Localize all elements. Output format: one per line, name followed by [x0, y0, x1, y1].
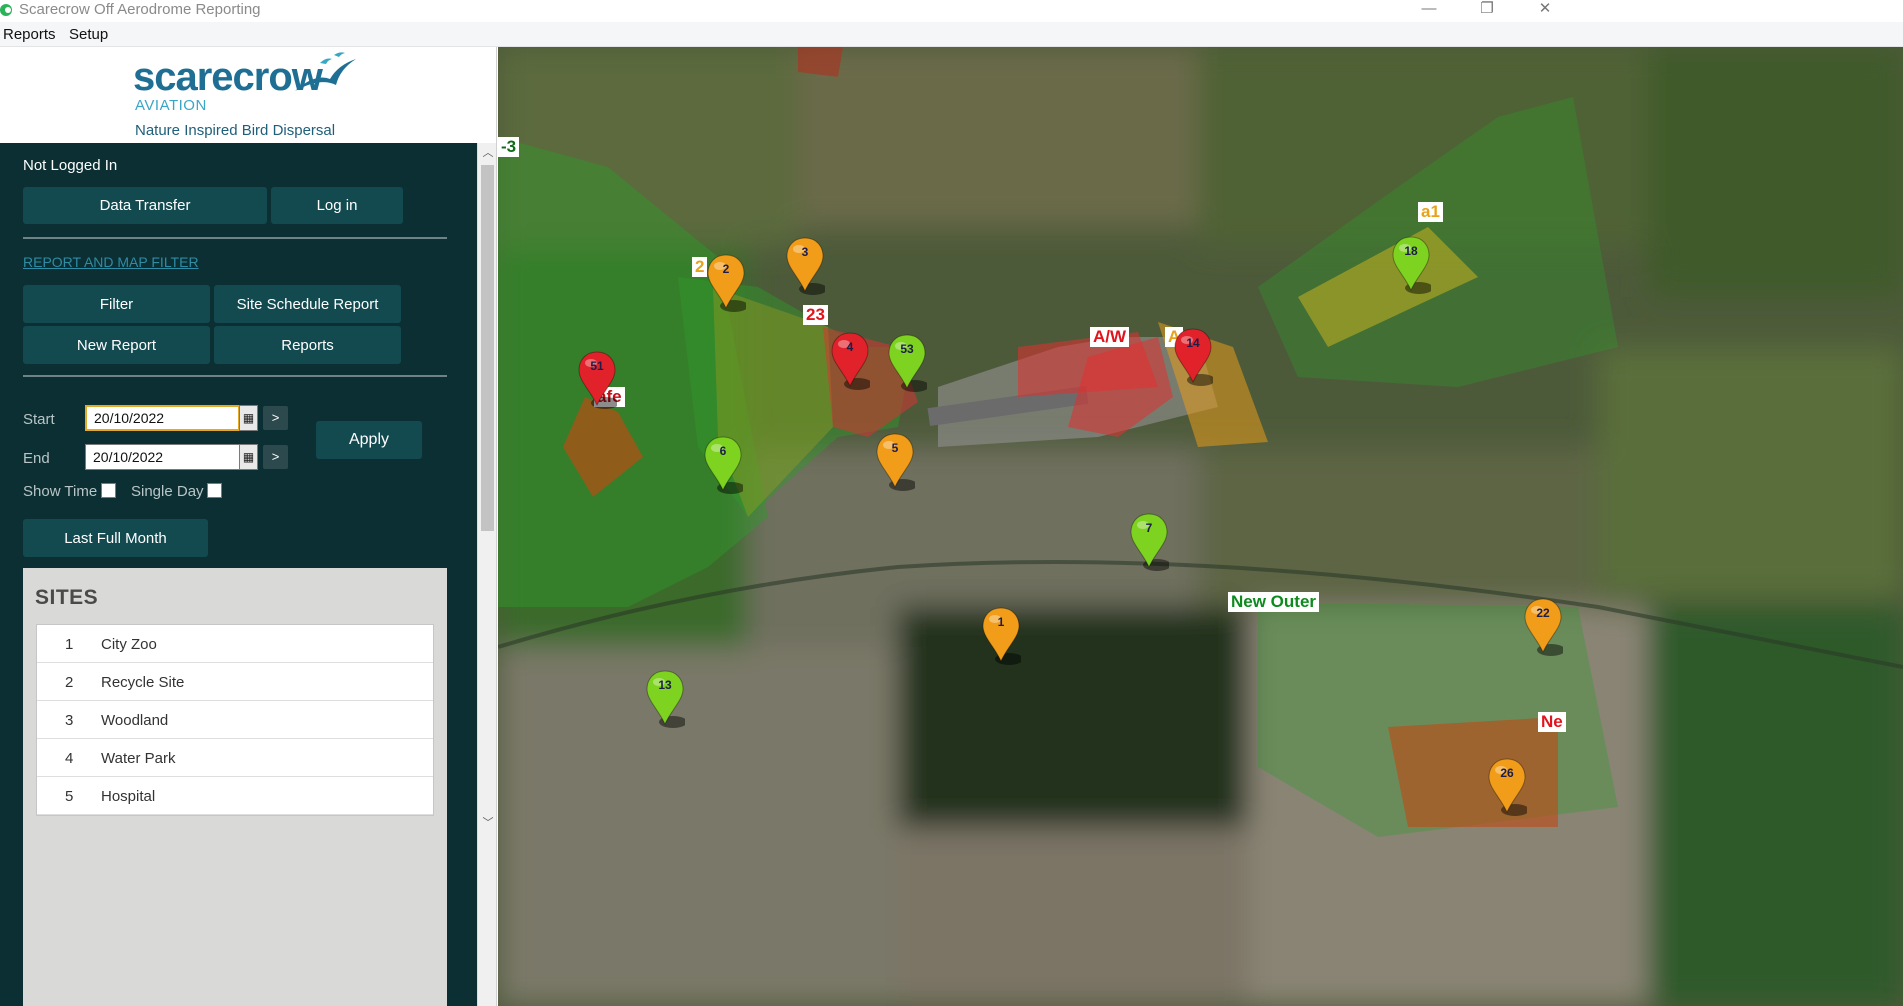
bird-logo-icon [295, 52, 356, 91]
app-icon [0, 4, 12, 16]
site-number: 2 [65, 674, 74, 691]
panel-scrollbar[interactable]: ︿ ﹀ [477, 143, 497, 1006]
map-pin[interactable]: 5 [875, 432, 915, 492]
site-number: 1 [65, 636, 74, 653]
list-item[interactable]: 2 Recycle Site [37, 663, 433, 701]
end-label: End [23, 450, 50, 467]
list-item[interactable]: 1 City Zoo [37, 625, 433, 663]
log-in-button[interactable]: Log in [271, 187, 403, 224]
map-pin[interactable]: 7 [1129, 512, 1169, 572]
site-name: Woodland [101, 712, 169, 729]
data-transfer-button[interactable]: Data Transfer [23, 187, 267, 224]
map-pin[interactable]: 14 [1173, 327, 1213, 387]
map-pin-number: 7 [1145, 521, 1153, 535]
map-pin[interactable]: 53 [887, 333, 927, 393]
map-view[interactable]: -3 2 23 afe A/W A a1 New Outer Ne 51 2 3… [498, 47, 1903, 1006]
map-pin[interactable]: 22 [1523, 597, 1563, 657]
single-day-label: Single Day [131, 483, 204, 500]
map-pin-number: 4 [846, 340, 854, 354]
list-item[interactable]: 3 Woodland [37, 701, 433, 739]
start-calendar-icon[interactable]: ▦ [239, 405, 258, 431]
menu-bar: Reports Setup [0, 22, 1903, 47]
report-map-filter-link[interactable]: REPORT AND MAP FILTER [23, 254, 199, 270]
map-pin[interactable]: 26 [1487, 757, 1527, 817]
map-pin-number: 22 [1536, 606, 1550, 620]
map-pin-number: 5 [891, 441, 899, 455]
map-pin[interactable]: 6 [703, 435, 743, 495]
map-pin-number: 18 [1404, 244, 1418, 258]
list-item[interactable]: 4 Water Park [37, 739, 433, 777]
map-pin-number: 14 [1186, 336, 1200, 350]
map-zone-label: A/W [1090, 327, 1130, 347]
site-number: 4 [65, 750, 74, 767]
reports-button[interactable]: Reports [214, 326, 401, 364]
map-pin-number: 53 [900, 342, 914, 356]
map-pin[interactable]: 51 [577, 350, 617, 410]
scroll-down-icon[interactable]: ﹀ [481, 816, 495, 830]
map-pin[interactable]: 18 [1391, 235, 1431, 295]
site-name: Hospital [101, 788, 156, 805]
minimize-button[interactable]: — [1406, 0, 1452, 22]
map-pin[interactable]: 3 [785, 236, 825, 296]
map-pin-number: 1 [997, 615, 1005, 629]
show-time-label: Show Time [23, 483, 98, 500]
new-report-button[interactable]: New Report [23, 326, 210, 364]
login-status: Not Logged In [23, 157, 118, 174]
map-pin[interactable]: 1 [981, 606, 1021, 666]
control-panel: Not Logged In Data Transfer Log in REPOR… [0, 143, 477, 1006]
map-pin-number: 2 [722, 262, 730, 276]
single-day-checkbox[interactable] [207, 483, 222, 498]
scroll-thumb[interactable] [481, 165, 494, 531]
site-number: 3 [65, 712, 74, 729]
logo-area: scarecrow AVIATION Nature Inspired Bird … [0, 47, 497, 143]
window-title: Scarecrow Off Aerodrome Reporting [19, 1, 261, 18]
satellite-map [498, 47, 1903, 1006]
list-item[interactable]: 5 Hospital [37, 777, 433, 815]
end-date-input[interactable] [85, 444, 240, 470]
close-button[interactable]: ✕ [1522, 0, 1568, 22]
start-next-button[interactable]: > [263, 406, 288, 430]
map-zone-label: a1 [1418, 202, 1443, 222]
map-pin[interactable]: 2 [706, 253, 746, 313]
site-schedule-report-button[interactable]: Site Schedule Report [214, 285, 401, 323]
map-zone-label: 23 [803, 305, 828, 325]
menu-setup[interactable]: Setup [69, 26, 108, 43]
end-calendar-icon[interactable]: ▦ [239, 444, 258, 470]
site-number: 5 [65, 788, 74, 805]
title-bar: Scarecrow Off Aerodrome Reporting — ❐ ✕ [0, 0, 1903, 22]
scroll-up-icon[interactable]: ︿ [481, 146, 495, 160]
end-next-button[interactable]: > [263, 445, 288, 469]
sites-list: 1 City Zoo 2 Recycle Site 3 Woodland 4 W… [36, 624, 434, 816]
site-name: Recycle Site [101, 674, 185, 691]
show-time-checkbox[interactable] [101, 483, 116, 498]
map-pin-number: 3 [801, 245, 809, 259]
logo-tagline: Nature Inspired Bird Dispersal [135, 122, 336, 139]
site-name: Water Park [101, 750, 176, 767]
map-zone-label: -3 [498, 137, 520, 157]
divider [23, 237, 447, 239]
logo-subtitle: AVIATION [135, 97, 207, 114]
divider [23, 375, 447, 377]
restore-button[interactable]: ❐ [1464, 0, 1510, 22]
apply-button[interactable]: Apply [316, 421, 422, 459]
start-date-input[interactable] [85, 405, 240, 431]
map-pin-number: 51 [590, 359, 604, 373]
site-name: City Zoo [101, 636, 157, 653]
filter-button[interactable]: Filter [23, 285, 210, 323]
map-pin-number: 13 [658, 678, 672, 692]
start-label: Start [23, 411, 55, 428]
map-zone-label: Ne [1538, 712, 1566, 732]
map-pin[interactable]: 4 [830, 331, 870, 391]
map-pin-number: 6 [719, 444, 727, 458]
sites-panel: SITES 1 City Zoo 2 Recycle Site 3 Woodla… [23, 568, 447, 1006]
map-pin-number: 26 [1500, 766, 1514, 780]
sites-title: SITES [35, 586, 99, 609]
menu-reports[interactable]: Reports [3, 26, 56, 43]
map-pin[interactable]: 13 [645, 669, 685, 729]
last-full-month-button[interactable]: Last Full Month [23, 519, 208, 557]
map-zone-label: New Outer [1228, 592, 1320, 612]
